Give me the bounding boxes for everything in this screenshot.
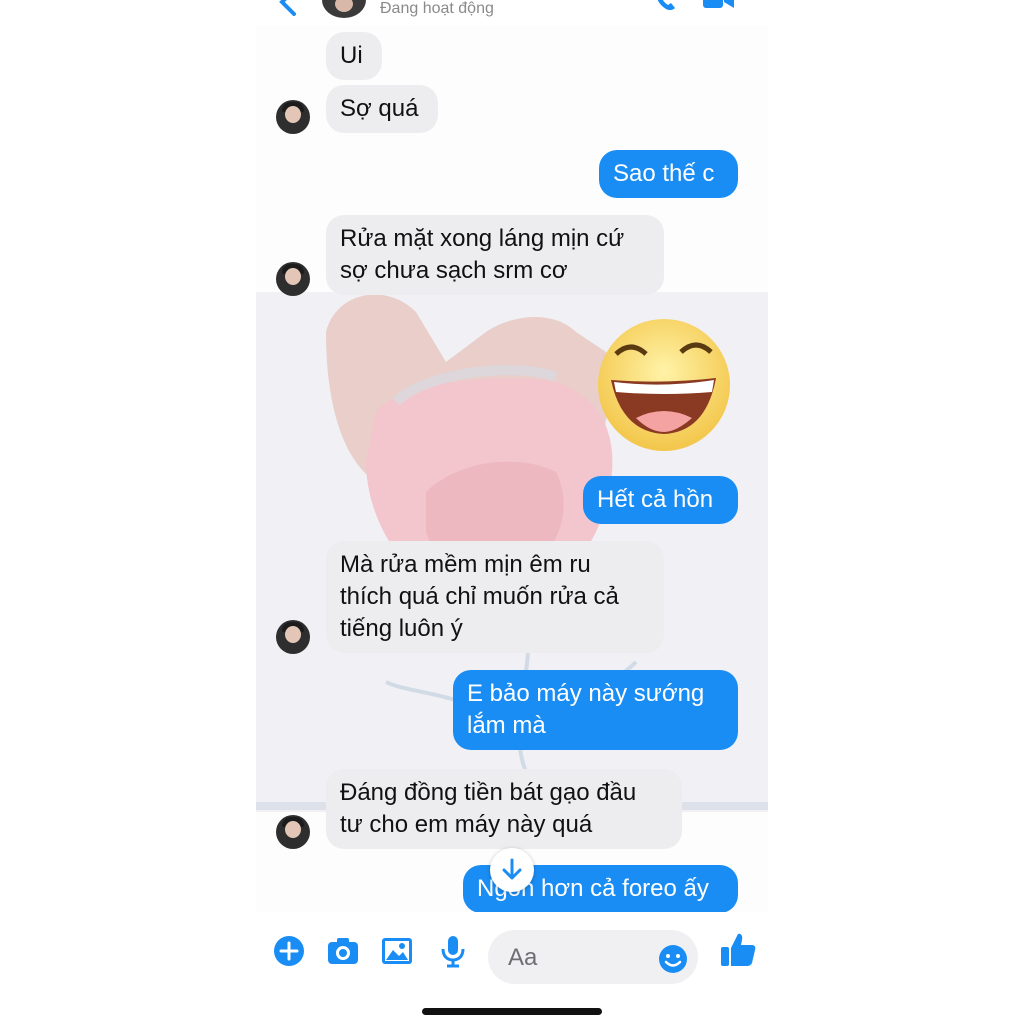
sender-avatar: [276, 100, 310, 134]
message-input-placeholder: Aa: [508, 944, 538, 971]
message-outgoing[interactable]: E bảo máy này sướng lắm mà: [453, 670, 738, 750]
emoji-icon[interactable]: [658, 944, 688, 974]
gallery-icon[interactable]: [380, 934, 414, 968]
message-incoming[interactable]: Đáng đồng tiền bát gạo đầu tư cho em máy…: [326, 769, 682, 849]
sender-avatar: [276, 815, 310, 849]
sender-avatar: [276, 262, 310, 296]
camera-icon[interactable]: [326, 934, 360, 968]
scroll-down-icon: [502, 858, 522, 880]
contact-avatar[interactable]: [322, 0, 366, 18]
message-incoming[interactable]: Ui: [326, 32, 382, 80]
message-outgoing[interactable]: Sao thế c: [599, 150, 738, 198]
message-incoming[interactable]: Sợ quá: [326, 85, 438, 133]
phone-icon[interactable]: [654, 0, 680, 12]
message-composer: Aa: [256, 912, 768, 1024]
active-status: Đang hoạt động: [380, 0, 494, 17]
sender-avatar: [276, 620, 310, 654]
scroll-to-bottom-button[interactable]: [490, 848, 534, 892]
home-indicator: [422, 1008, 602, 1015]
video-icon[interactable]: [702, 0, 736, 10]
message-input[interactable]: Aa: [488, 930, 698, 984]
plus-icon[interactable]: [272, 934, 306, 968]
message-outgoing[interactable]: Hết cả hồn: [583, 476, 738, 524]
conversation-header: Đang hoạt động: [256, 0, 768, 26]
chat-screen: Đang hoạt động Ui Sợ quá Sao thế c Rửa m…: [256, 0, 768, 1024]
back-arrow-icon[interactable]: [274, 0, 304, 16]
message-incoming[interactable]: Rửa mặt xong láng mịn cứ sợ chưa sạch sr…: [326, 215, 664, 295]
message-incoming[interactable]: Mà rửa mềm mịn êm ru thích quá chỉ muốn …: [326, 541, 664, 653]
microphone-icon[interactable]: [436, 934, 470, 968]
thumbs-up-icon[interactable]: [718, 930, 758, 970]
